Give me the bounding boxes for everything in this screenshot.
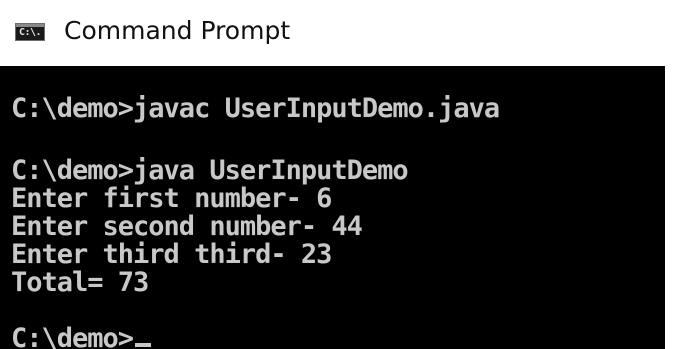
text-cursor [135, 343, 152, 347]
window-title: Command Prompt [64, 16, 291, 45]
cmd-icon-text: C:\. [19, 27, 42, 38]
title-bar[interactable]: C:\. Command Prompt [0, 0, 685, 64]
prompt-line: C:\demo> [11, 323, 152, 349]
console-line: Total= 73 [11, 267, 149, 298]
command-prompt-window: C:\. Command Prompt C:\demo>javac UserIn… [0, 0, 685, 349]
scrollbar-gutter[interactable] [665, 66, 685, 349]
console-line: C:\demo>javac UserInputDemo.java [11, 93, 500, 124]
console-line: Enter third third- 23 [11, 239, 332, 270]
console-line: Enter first number- 6 [11, 183, 332, 214]
console-line: Enter second number- 44 [11, 211, 363, 242]
console-output[interactable]: C:\demo>javac UserInputDemo.java C:\demo… [0, 66, 665, 349]
console-line: C:\demo>java UserInputDemo [11, 155, 409, 186]
cmd-icon: C:\. [15, 23, 45, 41]
prompt-text: C:\demo> [11, 323, 134, 349]
